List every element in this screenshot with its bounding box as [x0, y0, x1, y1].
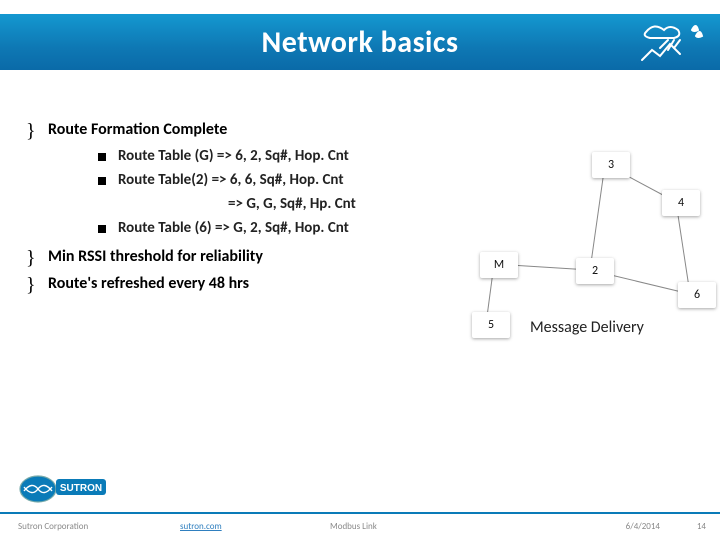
banner-icons	[638, 18, 710, 71]
bullet-text: Route Formation Complete	[48, 120, 227, 139]
square-bullet-icon	[98, 225, 106, 233]
diagram-label: Message Delivery	[530, 318, 644, 337]
page-title: Network basics	[262, 24, 459, 61]
node-2: 2	[576, 258, 614, 284]
bullet-text: Min RSSI threshold for reliability	[48, 247, 263, 266]
footer-page-number: 14	[697, 521, 706, 532]
node-6: 6	[678, 282, 716, 308]
bullet-text: Route's refreshed every 48 hrs	[48, 274, 249, 293]
network-diagram: 3 4 M 2 6 5 Message Delivery	[430, 130, 710, 370]
bullet-marker: }	[26, 274, 48, 295]
square-bullet-icon	[98, 177, 106, 185]
bullet-marker: }	[26, 120, 48, 141]
footer-divider	[0, 512, 720, 514]
title-banner: Network basics	[0, 14, 720, 70]
node-master: M	[480, 252, 518, 278]
node-4: 4	[662, 190, 700, 216]
sub-text: Route Table(2) => 6, 6, Sq#, Hop. Cnt	[118, 171, 344, 189]
node-5: 5	[472, 312, 510, 338]
svg-text:SUTRON: SUTRON	[60, 483, 102, 494]
footer-product: Modbus Link	[330, 521, 377, 532]
footer-url[interactable]: sutron.com	[180, 521, 222, 532]
footer-date: 6/4/2014	[626, 521, 660, 532]
sutron-logo: SUTRON	[18, 473, 108, 510]
sub-text: Route Table (G) => 6, 2, Sq#, Hop. Cnt	[118, 147, 349, 165]
footer-company: Sutron Corporation	[18, 521, 88, 532]
node-3: 3	[592, 152, 630, 178]
bullet-marker: }	[26, 247, 48, 268]
sub-text: Route Table (6) => G, 2, Sq#, Hop. Cnt	[118, 219, 349, 237]
square-bullet-icon	[98, 153, 106, 161]
